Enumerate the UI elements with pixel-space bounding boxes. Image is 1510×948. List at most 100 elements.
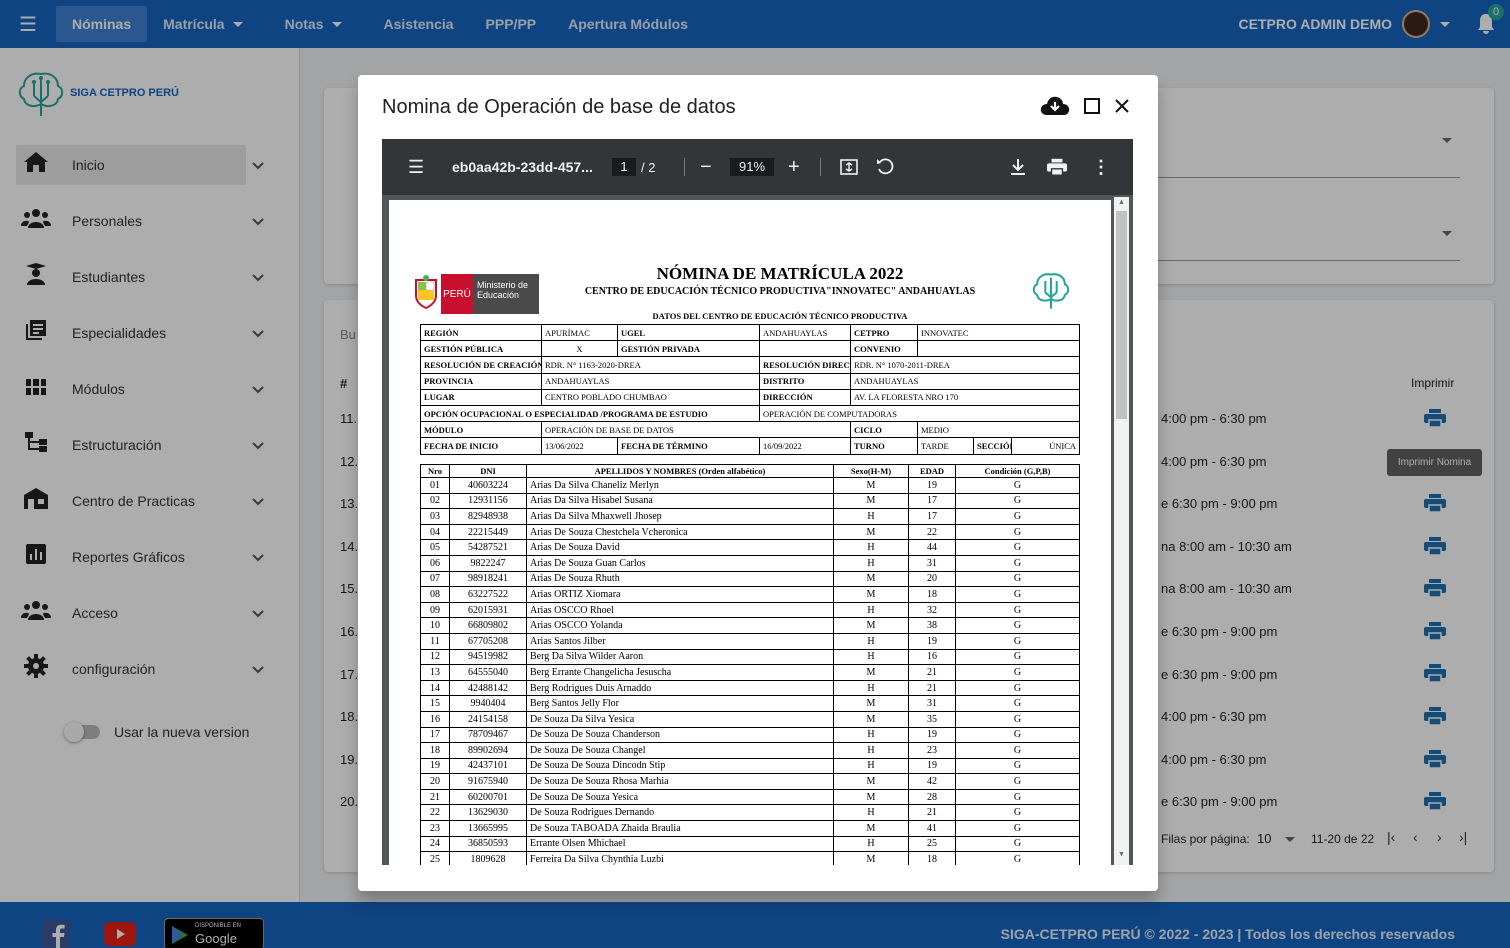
info-value: TARDE	[917, 437, 974, 455]
table-cell: De Souza De Souza Rhosa Marhia	[526, 773, 834, 790]
table-cell: 16	[420, 710, 450, 728]
table-cell: H	[833, 835, 909, 853]
table-cell: Arias De Souza Rhuth	[526, 570, 834, 588]
table-cell: M	[833, 477, 909, 494]
section-title: DATOS DEL CENTRO DE EDUCACIÓN TÉCNICO PR…	[652, 311, 908, 321]
table-cell: H	[833, 508, 909, 525]
table-cell: G	[955, 554, 1080, 572]
table-cell: M	[833, 570, 909, 588]
maximize-icon[interactable]	[1084, 98, 1100, 114]
table-row: 12 94519982 Berg Da Silva Wilder Aaron H 16 G	[420, 648, 1080, 666]
column-header: APELLIDOS Y NOMBRES (Orden alfabético)	[526, 464, 834, 478]
info-value: OPERACIÓN DE BASE DE DATOS	[541, 421, 851, 439]
table-cell: M	[833, 851, 909, 865]
table-cell: 24	[420, 835, 450, 853]
table-cell: 24154158	[449, 710, 527, 728]
table-cell: M	[833, 695, 909, 712]
table-row: 09 62015931 Arias OSCCO Rhoel H 32 G	[420, 601, 1080, 619]
pdf-print-icon[interactable]	[1047, 158, 1067, 176]
table-cell: De Souza TABOADA Zhaida Braulia	[526, 820, 834, 837]
info-label: UGEL	[617, 323, 760, 342]
students-table: Nro DNI APELLIDOS Y NOMBRES (Orden alfabét…	[420, 464, 1080, 865]
cloud-download-icon[interactable]	[1040, 95, 1070, 117]
modal-actions	[1040, 95, 1130, 117]
close-icon[interactable]	[1114, 98, 1130, 114]
zoom-in-icon[interactable]: +	[788, 156, 800, 179]
table-cell: M	[833, 820, 909, 837]
table-cell: Arias OSCCO Rhoel	[526, 601, 834, 619]
table-row: 13 64555040 Berg Errante Changelicha Jesus…	[420, 664, 1080, 681]
table-cell: Berg Da Silva Wilder Aaron	[526, 648, 834, 666]
table-cell: 09	[420, 601, 450, 619]
info-label: CICLO	[850, 421, 918, 439]
info-label: REGIÓN	[420, 323, 542, 342]
table-cell: 66809802	[449, 617, 527, 634]
table-cell: Arias ORTIZ Xiomara	[526, 586, 834, 603]
table-cell: 64555040	[449, 664, 527, 681]
table-row: 06 9822247 Arias De Souza Guan Carlos H 31 G	[420, 554, 1080, 572]
toolbar-divider	[684, 158, 685, 176]
table-cell: 40603224	[449, 477, 527, 494]
scrollbar-thumb[interactable]	[1116, 211, 1127, 419]
pdf-page-total: / 2	[641, 159, 656, 175]
rotate-icon[interactable]	[876, 158, 894, 176]
table-cell: G	[955, 570, 1080, 588]
scroll-up-arrow-icon[interactable]: ▲	[1118, 199, 1125, 206]
table-cell: 21	[908, 664, 956, 681]
table-cell: G	[955, 788, 1080, 806]
info-label: GESTIÓN PÚBLICA	[420, 340, 542, 358]
table-cell: 62015931	[449, 601, 527, 619]
table-cell: 44	[908, 539, 956, 556]
table-cell: 63227522	[449, 586, 527, 603]
table-cell: G	[955, 664, 1080, 681]
table-cell: H	[833, 742, 909, 759]
table-row: 20 91675940 De Souza De Souza Rhosa Marhia…	[420, 773, 1080, 790]
students-table-header: Nro DNI APELLIDOS Y NOMBRES (Orden alfabét…	[420, 464, 1080, 478]
table-cell: G	[955, 586, 1080, 603]
table-cell: G	[955, 726, 1080, 744]
table-cell: 36850593	[449, 835, 527, 853]
pdf-toolbar: ☰ eb0aa42b-23dd-457... 1 / 2 − 91% + ⋮	[382, 139, 1133, 195]
pdf-page-input[interactable]: 1	[612, 158, 636, 176]
table-row: 02 12931156 Arias Da Silva Hisabel Susana M…	[420, 492, 1080, 510]
table-cell: Arias De Souza David	[526, 539, 834, 556]
table-cell: 19	[908, 757, 956, 775]
more-options-icon[interactable]: ⋮	[1092, 157, 1110, 178]
table-cell: 13629030	[449, 804, 527, 822]
pdf-modal: Nomina de Operación de base de datos ☰ e…	[358, 75, 1158, 891]
pdf-scrollbar[interactable]: ▲ ▼	[1114, 197, 1129, 865]
table-cell: 04	[420, 523, 450, 541]
table-cell: 25	[420, 851, 450, 865]
table-cell: 41	[908, 820, 956, 837]
info-label: SECCIÓN	[973, 437, 1012, 455]
info-label: LUGAR	[420, 388, 542, 406]
table-cell: 82948938	[449, 508, 527, 525]
info-label: DIRECCIÓN	[759, 388, 851, 406]
download-icon[interactable]	[1010, 158, 1026, 176]
pdf-zoom-input[interactable]: 91%	[730, 158, 774, 176]
scroll-down-arrow-icon[interactable]: ▼	[1118, 851, 1125, 858]
fit-page-icon[interactable]	[840, 159, 858, 175]
table-cell: 42488142	[449, 679, 527, 697]
table-row: 10 66809802 Arias OSCCO Yolanda M 38 G	[420, 617, 1080, 634]
pdf-menu-icon[interactable]: ☰	[408, 157, 424, 178]
table-cell: M	[833, 523, 909, 541]
toolbar-divider	[820, 158, 821, 176]
table-cell: 42	[908, 773, 956, 790]
info-value: RDR. N° 1163-2020-DREA	[541, 356, 760, 374]
info-label: CONVENIO	[850, 340, 918, 358]
table-cell: H	[833, 804, 909, 822]
table-row: 25 1809628 Ferreira Da Silva Chynthia Luzb…	[420, 851, 1080, 865]
table-cell: 12	[420, 648, 450, 666]
zoom-out-icon[interactable]: −	[700, 156, 712, 179]
table-cell: G	[955, 695, 1080, 712]
table-cell: 22	[420, 804, 450, 822]
table-cell: 35	[908, 710, 956, 728]
table-cell: G	[955, 804, 1080, 822]
table-cell: Arias De Souza Chestchela Vcheronica	[526, 523, 834, 541]
table-cell: G	[955, 632, 1080, 650]
table-cell: M	[833, 773, 909, 790]
info-label: MÓDULO	[420, 421, 542, 439]
table-cell: 20	[908, 570, 956, 588]
table-row: 21 60200701 De Souza De Souza Yesica M 28 G	[420, 788, 1080, 806]
